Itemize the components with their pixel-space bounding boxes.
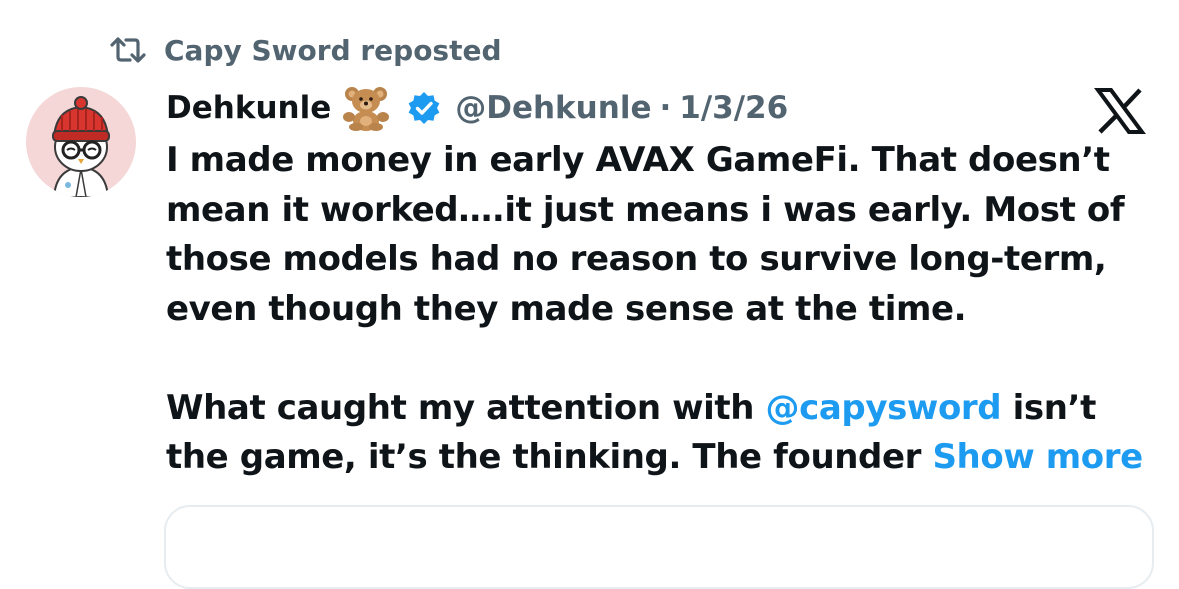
tweet-line: those models had no reason to survive lo… [166, 239, 1107, 279]
tweet-text-segment: isn’t [1001, 387, 1097, 428]
tweet-text-segment: What caught my attention with [166, 387, 766, 428]
mention-link[interactable]: @capysword [766, 388, 1002, 428]
tweet-line: What caught my attention with @capysword… [166, 384, 1166, 434]
quoted-content-card[interactable] [164, 505, 1154, 589]
avatar[interactable] [26, 87, 136, 197]
tweet-text: I made money in early AVAX GameFi. That … [166, 136, 1166, 483]
tweet-header: Dehkunle @Dehkunle · 1/3/26 [166, 82, 788, 134]
repost-label[interactable]: Capy Sword reposted [164, 34, 502, 67]
tweet-date[interactable]: 1/3/26 [679, 90, 788, 126]
repost-header: Capy Sword reposted [108, 28, 502, 72]
x-logo-icon[interactable] [1094, 88, 1146, 134]
teddy-bear-icon [341, 84, 393, 132]
tweet-text-segment: the game, it’s the thinking. The founder [166, 437, 933, 477]
separator-dot: · [659, 90, 672, 126]
tweet-line: even though they made sense at the time. [166, 288, 967, 329]
tweet-line: I made money in early AVAX GameFi. That … [166, 140, 1110, 180]
repost-icon [108, 34, 152, 66]
tweet-line: the game, it’s the thinking. The founder… [166, 433, 1166, 483]
verified-badge-icon [407, 91, 441, 125]
tweet-line: mean it worked….it just means i was earl… [166, 189, 1125, 230]
author-handle[interactable]: @Dehkunle [455, 90, 651, 126]
author-display-name[interactable]: Dehkunle [166, 90, 331, 126]
show-more-link[interactable]: Show more [932, 437, 1143, 477]
